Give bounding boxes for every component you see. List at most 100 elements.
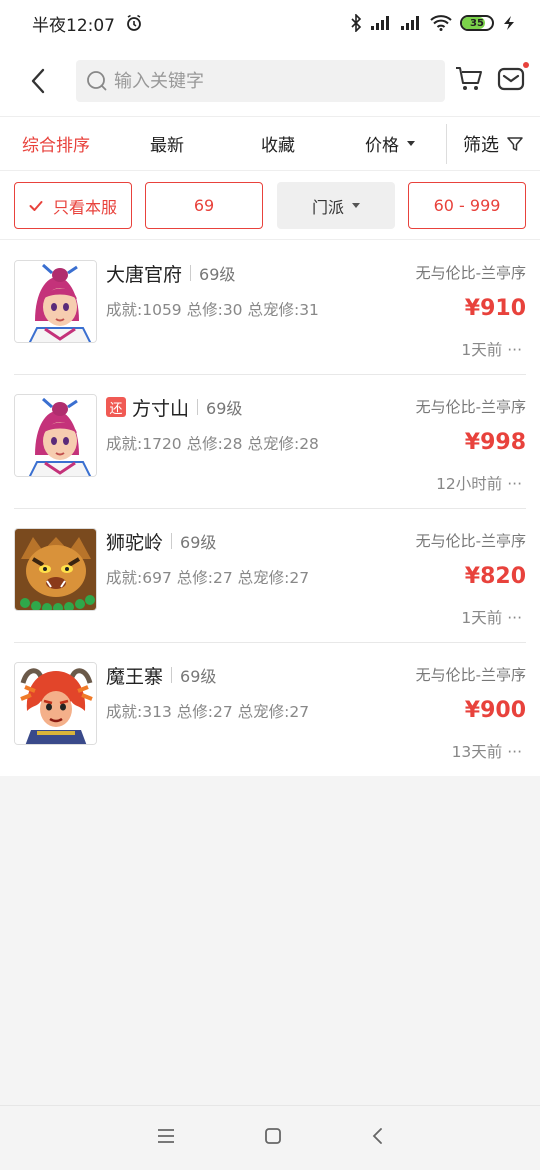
charging-icon — [502, 15, 516, 31]
time-ago[interactable]: 13天前 ··· — [452, 740, 522, 762]
status-bar: 半夜12:07 35 — [0, 0, 540, 46]
stats-text: 成就:1059 总修:30 总宠修:31 — [106, 301, 319, 319]
chip-label: 只看本服 — [52, 197, 117, 217]
top-header — [0, 46, 540, 116]
name-line: 还 方寸山 69级 — [106, 394, 242, 420]
filter-button[interactable]: 筛选 — [447, 116, 539, 171]
cart-button[interactable] — [455, 66, 483, 96]
school-chip[interactable]: 门派 — [277, 182, 395, 229]
caret-down-icon — [352, 203, 360, 208]
listing: 大唐官府 69级 成就:1059 总修:30 总宠修:31 无与伦比-兰亭序 ¥… — [0, 240, 540, 776]
system-nav-bar — [0, 1105, 540, 1170]
sort-tab-price[interactable]: 价格 — [334, 116, 446, 171]
sort-tab-label: 收藏 — [261, 136, 295, 156]
time-ago[interactable]: 1天前 ··· — [461, 338, 522, 360]
signal-icon — [370, 15, 392, 31]
status-icons: 35 — [350, 14, 516, 32]
chip-label: 门派 — [311, 197, 344, 217]
name-line: 魔王寨 69级 — [106, 662, 216, 688]
avatar — [14, 394, 97, 477]
battery-icon: 35 — [460, 15, 494, 31]
back-arrow-icon — [31, 68, 45, 94]
search-box[interactable] — [76, 60, 445, 102]
message-button[interactable] — [497, 62, 529, 96]
list-item[interactable]: 大唐官府 69级 成就:1059 总修:30 总宠修:31 无与伦比-兰亭序 ¥… — [0, 240, 540, 374]
header-actions — [455, 62, 529, 96]
sort-tab-comprehensive[interactable]: 综合排序 — [0, 116, 112, 171]
menu-icon — [158, 1129, 174, 1143]
separator — [190, 265, 192, 281]
bluetooth-icon — [350, 14, 362, 32]
avatar — [14, 662, 97, 745]
server-name: 无与伦比-兰亭序 — [415, 532, 526, 550]
level-text: 69级 — [206, 399, 243, 418]
time-ago[interactable]: 12小时前 ··· — [436, 472, 522, 494]
caret-down-icon — [407, 141, 415, 146]
home-square-icon — [265, 1128, 281, 1144]
sort-tab-label: 最新 — [150, 136, 184, 156]
cart-icon — [456, 67, 482, 90]
home-button[interactable] — [264, 1127, 282, 1149]
avatar-girl-icon — [15, 261, 96, 342]
avatar-demon-icon — [15, 663, 96, 744]
filter-label: 筛选 — [463, 134, 499, 156]
price: ¥910 — [464, 296, 526, 321]
name-line: 大唐官府 69级 — [106, 260, 235, 286]
stats-text: 成就:313 总修:27 总宠修:27 — [106, 703, 310, 721]
server-name: 无与伦比-兰亭序 — [415, 666, 526, 684]
status-time-group: 半夜12:07 — [32, 11, 143, 36]
list-item[interactable]: 还 方寸山 69级 成就:1720 总修:28 总宠修:28 无与伦比-兰亭序 … — [0, 374, 540, 508]
chip-label: 69 — [193, 196, 215, 215]
battery-level: 35 — [470, 17, 484, 29]
avatar-lion-icon — [15, 529, 96, 610]
status-time: 半夜12:07 — [32, 15, 115, 36]
separator — [171, 667, 173, 683]
check-icon — [29, 200, 43, 211]
price: ¥820 — [464, 564, 526, 589]
price: ¥900 — [464, 698, 526, 723]
only-this-server-chip[interactable]: 只看本服 — [14, 182, 132, 229]
return-badge: 还 — [106, 397, 126, 417]
server-name: 无与伦比-兰亭序 — [415, 398, 526, 416]
time-ago[interactable]: 1天前 ··· — [461, 606, 522, 628]
filter-icon — [507, 136, 523, 151]
list-item[interactable]: 魔王寨 69级 成就:313 总修:27 总宠修:27 无与伦比-兰亭序 ¥90… — [0, 642, 540, 776]
level-chip[interactable]: 69 — [145, 182, 263, 229]
chip-label: 60 - 999 — [433, 196, 501, 215]
alarm-icon — [125, 14, 143, 32]
avatar — [14, 528, 97, 611]
name-line: 狮驼岭 69级 — [106, 528, 216, 554]
list-item[interactable]: 狮驼岭 69级 成就:697 总修:27 总宠修:27 无与伦比-兰亭序 ¥82… — [0, 508, 540, 642]
menu-button[interactable] — [156, 1128, 176, 1148]
price-range-chip[interactable]: 60 - 999 — [408, 182, 526, 229]
mail-icon — [497, 67, 525, 91]
separator — [171, 533, 173, 549]
separator — [197, 399, 199, 415]
stats-text: 成就:1720 总修:28 总宠修:28 — [106, 435, 319, 453]
server-name: 无与伦比-兰亭序 — [415, 264, 526, 282]
school-name: 大唐官府 — [106, 263, 183, 286]
sort-bar: 综合排序 最新 收藏 价格 筛选 — [0, 116, 540, 171]
avatar — [14, 260, 97, 343]
filter-chips: 只看本服 69 门派 60 - 999 — [0, 171, 540, 240]
level-text: 69级 — [180, 533, 217, 552]
price: ¥998 — [464, 430, 526, 455]
notification-dot — [523, 62, 529, 68]
avatar-girl-icon — [15, 395, 96, 476]
wifi-icon — [430, 15, 452, 31]
sort-tab-newest[interactable]: 最新 — [112, 116, 222, 171]
system-back-button[interactable] — [370, 1127, 384, 1149]
level-text: 69级 — [180, 667, 217, 686]
back-button[interactable] — [0, 46, 76, 116]
school-name: 狮驼岭 — [106, 531, 164, 554]
level-text: 69级 — [199, 265, 236, 284]
school-name: 魔王寨 — [106, 665, 164, 688]
stats-text: 成就:697 总修:27 总宠修:27 — [106, 569, 310, 587]
signal-icon-2 — [400, 15, 422, 31]
search-icon — [87, 71, 107, 91]
sort-tab-label: 价格 — [365, 136, 399, 156]
back-triangle-icon — [372, 1128, 382, 1144]
sort-tab-label: 综合排序 — [22, 136, 90, 156]
search-input[interactable] — [114, 70, 414, 92]
sort-tab-favorites[interactable]: 收藏 — [222, 116, 334, 171]
